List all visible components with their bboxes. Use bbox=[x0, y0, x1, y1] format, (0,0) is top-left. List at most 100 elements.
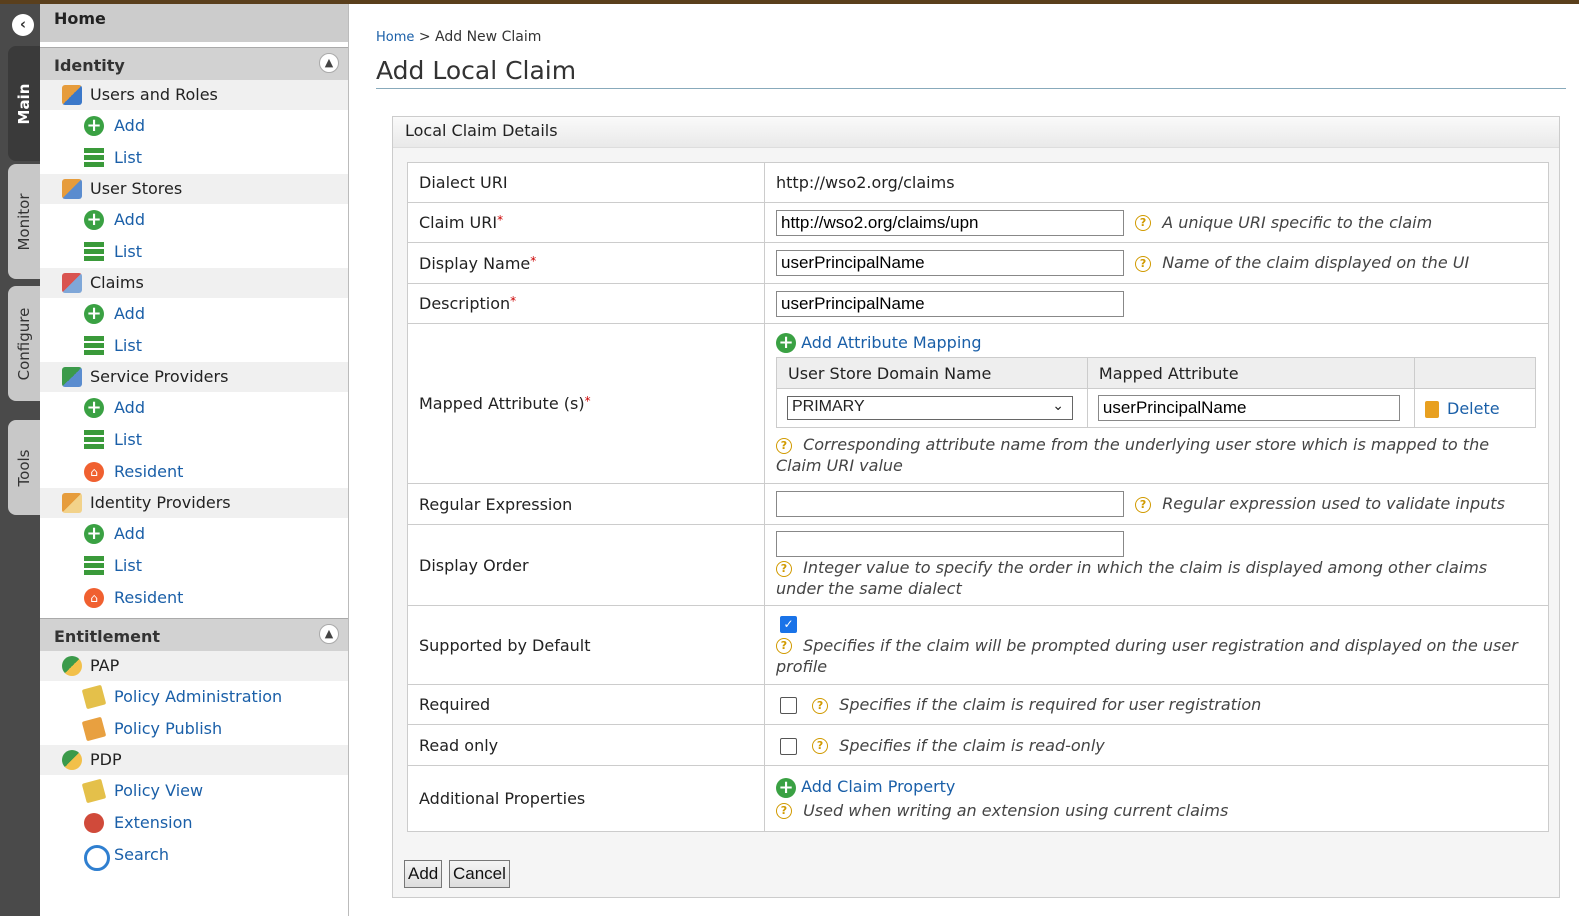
additional-properties-label: Additional Properties bbox=[407, 765, 765, 832]
sidebar-item-sp-add[interactable]: + Add bbox=[40, 392, 348, 424]
sidebar-item-idp-add[interactable]: + Add bbox=[40, 518, 348, 550]
vertical-tab-strip: ‹ Main Monitor Configure Tools bbox=[0, 4, 40, 916]
sidebar-group-pap: PAP bbox=[40, 651, 348, 681]
read-only-checkbox[interactable] bbox=[780, 737, 797, 755]
sidebar-group-user-stores: User Stores bbox=[40, 174, 348, 204]
sidebar-item-sp-resident[interactable]: ⌂ Resident bbox=[40, 456, 348, 488]
add-icon: + bbox=[84, 304, 104, 324]
pap-icon bbox=[62, 656, 82, 676]
tab-tools[interactable]: Tools bbox=[8, 420, 40, 515]
sidebar-item-search[interactable]: Search bbox=[40, 839, 348, 871]
col-user-store-domain: User Store Domain Name bbox=[776, 357, 1088, 390]
display-name-help: Name of the claim displayed on the UI bbox=[1162, 253, 1470, 272]
sidebar-home[interactable]: Home bbox=[40, 4, 348, 45]
list-icon bbox=[84, 242, 104, 262]
sidebar-group-service-providers: Service Providers bbox=[40, 362, 348, 392]
extension-icon bbox=[84, 813, 104, 833]
resident-icon: ⌂ bbox=[84, 588, 104, 608]
attribute-mapping-table: User Store Domain Name Mapped Attribute … bbox=[776, 357, 1536, 429]
add-attribute-mapping-link[interactable]: + Add Attribute Mapping bbox=[776, 333, 1537, 354]
read-only-help: Specifies if the claim is read-only bbox=[839, 735, 1105, 755]
claim-form-table: Dialect URI http://wso2.org/claims Claim… bbox=[407, 162, 1549, 832]
claim-details-panel: Local Claim Details Dialect URI http://w… bbox=[392, 116, 1560, 898]
regex-label: Regular Expression bbox=[407, 483, 765, 525]
resident-icon: ⌂ bbox=[84, 462, 104, 482]
tab-monitor[interactable]: Monitor bbox=[8, 164, 40, 279]
help-icon: ? bbox=[1135, 255, 1152, 272]
regex-input[interactable] bbox=[776, 491, 1124, 517]
additional-properties-help: Used when writing an extension using cur… bbox=[803, 800, 1229, 820]
sidebar-group-claims: Claims bbox=[40, 268, 348, 298]
display-order-input[interactable] bbox=[776, 531, 1124, 557]
sidebar-item-claims-add[interactable]: + Add bbox=[40, 298, 348, 330]
cancel-button[interactable]: Cancel bbox=[449, 860, 510, 888]
sidebar-item-policy-view[interactable]: Policy View bbox=[40, 775, 348, 807]
required-label: Required bbox=[407, 684, 765, 725]
identity-provider-icon bbox=[62, 493, 82, 513]
sidebar-item-extension[interactable]: Extension bbox=[40, 807, 348, 839]
help-icon: ? bbox=[776, 560, 792, 577]
title-divider bbox=[376, 88, 1566, 89]
breadcrumb-home-link[interactable]: Home bbox=[376, 30, 414, 45]
mapped-attribute-input[interactable] bbox=[1097, 395, 1400, 422]
sidebar-item-idp-list[interactable]: List bbox=[40, 550, 348, 582]
sidebar-item-sp-list[interactable]: List bbox=[40, 424, 348, 456]
description-input[interactable] bbox=[776, 290, 1124, 317]
tab-configure[interactable]: Configure bbox=[8, 286, 40, 401]
users-icon bbox=[62, 85, 82, 105]
help-icon: ? bbox=[1135, 215, 1152, 231]
user-store-domain-select[interactable]: PRIMARY ⌄ bbox=[787, 396, 1073, 421]
delete-mapping-button[interactable]: Delete bbox=[1414, 388, 1536, 429]
service-provider-icon bbox=[62, 367, 82, 387]
claim-uri-label: Claim URI* bbox=[407, 202, 765, 243]
sidebar-item-users-add[interactable]: + Add bbox=[40, 110, 348, 142]
section-entitlement[interactable]: Entitlement ▲ bbox=[40, 618, 348, 651]
supported-default-checkbox[interactable]: ✓ bbox=[780, 615, 797, 633]
userstore-icon bbox=[62, 179, 82, 199]
supported-default-help: Specifies if the claim will be prompted … bbox=[776, 635, 1518, 676]
publish-icon bbox=[81, 716, 107, 742]
required-checkbox[interactable] bbox=[780, 697, 797, 714]
sidebar-item-policy-administration[interactable]: Policy Administration bbox=[40, 681, 348, 713]
sidebar-item-claims-list[interactable]: List bbox=[40, 330, 348, 362]
claims-icon bbox=[62, 273, 82, 293]
add-icon: + bbox=[776, 777, 796, 798]
collapse-up-icon[interactable]: ▲ bbox=[319, 53, 339, 73]
sidebar-item-policy-publish[interactable]: Policy Publish bbox=[40, 713, 348, 745]
panel-title: Local Claim Details bbox=[393, 117, 1559, 148]
list-icon bbox=[84, 556, 104, 576]
add-button[interactable]: Add bbox=[404, 860, 443, 888]
sidebar-group-pdp: PDP bbox=[40, 745, 348, 775]
mapped-attribute-label: Mapped Attribute (s)* bbox=[407, 323, 765, 484]
display-name-input[interactable] bbox=[776, 250, 1124, 276]
sidebar-item-userstore-list[interactable]: List bbox=[40, 236, 348, 268]
chevron-down-icon: ⌄ bbox=[1052, 397, 1064, 414]
supported-default-label: Supported by Default bbox=[407, 605, 765, 685]
description-label: Description* bbox=[407, 283, 765, 324]
read-only-label: Read only bbox=[407, 724, 765, 766]
sidebar-item-idp-resident[interactable]: ⌂ Resident bbox=[40, 582, 348, 614]
policy-icon bbox=[81, 778, 107, 804]
tab-main[interactable]: Main bbox=[8, 46, 40, 161]
sidebar-item-users-list[interactable]: List bbox=[40, 142, 348, 174]
collapse-up-icon[interactable]: ▲ bbox=[319, 624, 339, 644]
section-identity[interactable]: Identity ▲ bbox=[40, 47, 348, 80]
help-icon: ? bbox=[776, 437, 792, 454]
sidebar-group-identity-providers: Identity Providers bbox=[40, 488, 348, 518]
collapse-sidebar-icon[interactable]: ‹ bbox=[12, 14, 34, 36]
dialect-uri-label: Dialect URI bbox=[407, 162, 765, 203]
add-icon: + bbox=[776, 333, 796, 354]
add-claim-property-link[interactable]: + Add Claim Property bbox=[776, 777, 1537, 798]
claim-uri-input[interactable] bbox=[776, 209, 1124, 236]
help-icon: ? bbox=[776, 803, 792, 820]
main-content: Home > Add New Claim Add Local Claim Loc… bbox=[376, 4, 1566, 916]
display-order-label: Display Order bbox=[407, 524, 765, 606]
sidebar-group-users-roles: Users and Roles bbox=[40, 80, 348, 110]
help-icon: ? bbox=[776, 638, 792, 654]
page-title: Add Local Claim bbox=[376, 56, 577, 85]
pdp-icon bbox=[62, 750, 82, 770]
display-order-help: Integer value to specify the order in wh… bbox=[776, 558, 1488, 598]
add-icon: + bbox=[84, 116, 104, 136]
sidebar-item-userstore-add[interactable]: + Add bbox=[40, 204, 348, 236]
add-icon: + bbox=[84, 524, 104, 544]
